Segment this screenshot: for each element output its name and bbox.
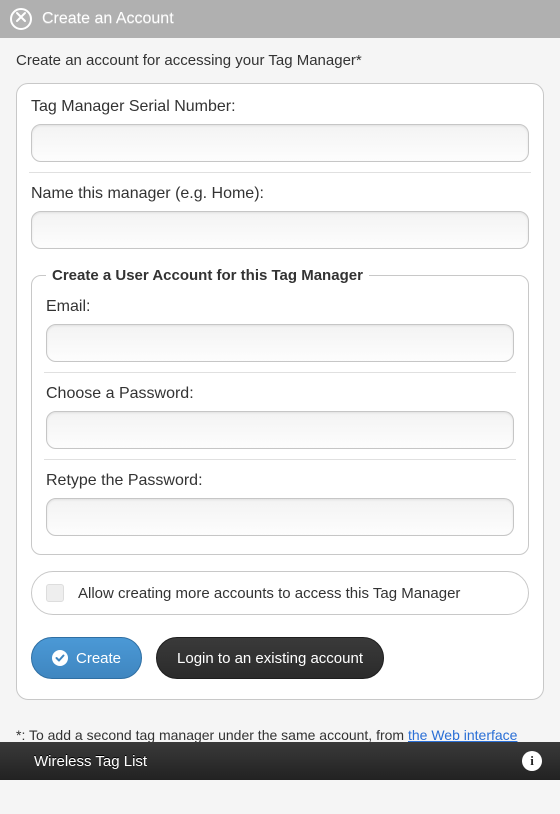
serial-input[interactable] <box>31 124 529 162</box>
password2-label: Retype the Password: <box>46 472 514 490</box>
divider <box>29 172 531 173</box>
serial-label: Tag Manager Serial Number: <box>31 98 529 116</box>
allow-more-accounts-toggle[interactable]: Allow creating more accounts to access t… <box>31 571 529 615</box>
checkbox-icon <box>46 584 64 602</box>
check-icon <box>52 650 68 666</box>
divider <box>44 372 516 373</box>
web-interface-link[interactable]: the Web interface <box>408 727 517 743</box>
form-card: Tag Manager Serial Number: Name this man… <box>16 83 544 700</box>
login-label: Login to an existing account <box>177 650 363 667</box>
allow-label: Allow creating more accounts to access t… <box>78 585 460 602</box>
fieldset-legend: Create a User Account for this Tag Manag… <box>46 267 369 284</box>
footer-bar: Wireless Tag List i <box>0 742 560 780</box>
header-bar: Create an Account <box>0 0 560 38</box>
password-label: Choose a Password: <box>46 385 514 403</box>
user-account-fieldset: Create a User Account for this Tag Manag… <box>31 267 529 555</box>
content-area: Create an account for accessing your Tag… <box>0 38 560 777</box>
create-button[interactable]: Create <box>31 637 142 679</box>
password-input[interactable] <box>46 411 514 449</box>
create-label: Create <box>76 650 121 667</box>
header-title: Create an Account <box>42 10 174 28</box>
login-button[interactable]: Login to an existing account <box>156 637 384 679</box>
footer-title: Wireless Tag List <box>34 753 147 770</box>
footnote-prefix: *: To add a second tag manager under the… <box>16 727 408 743</box>
close-icon <box>15 10 27 28</box>
email-label: Email: <box>46 298 514 316</box>
password2-input[interactable] <box>46 498 514 536</box>
button-row: Create Login to an existing account <box>31 637 529 679</box>
name-label: Name this manager (e.g. Home): <box>31 185 529 203</box>
intro-text: Create an account for accessing your Tag… <box>16 52 544 69</box>
email-input[interactable] <box>46 324 514 362</box>
info-icon: i <box>530 753 534 769</box>
name-input[interactable] <box>31 211 529 249</box>
close-button[interactable] <box>10 8 32 30</box>
info-button[interactable]: i <box>522 751 542 771</box>
divider <box>44 459 516 460</box>
